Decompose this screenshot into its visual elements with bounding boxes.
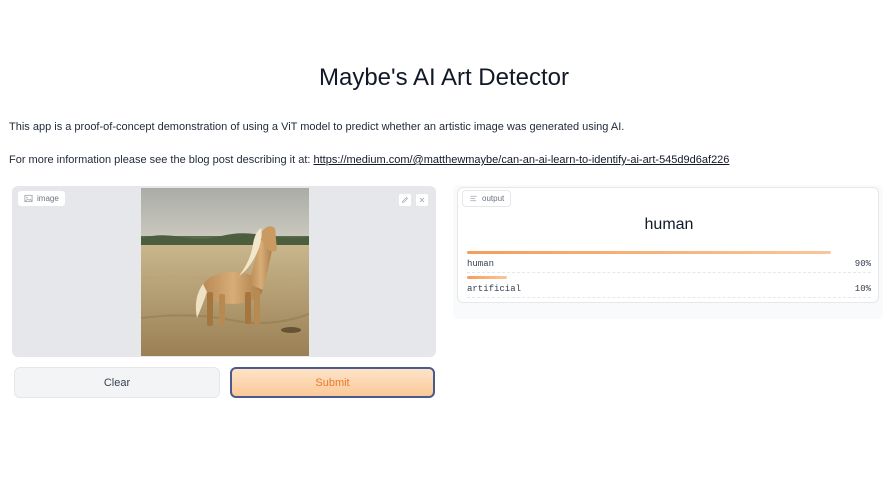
confidence-label: human xyxy=(467,259,495,269)
confidence-value: 90% xyxy=(854,259,871,269)
confidence-bar xyxy=(467,251,831,254)
output-panel: output human human 90% artificial 10% xyxy=(457,187,879,303)
image-icon xyxy=(24,194,33,203)
confidence-row-human: human 90% xyxy=(467,251,871,273)
page-title: Maybe's AI Art Detector xyxy=(318,64,570,91)
horse-image xyxy=(141,188,309,356)
output-label: output xyxy=(462,190,512,207)
predicted-label: human xyxy=(644,216,694,233)
label-icon xyxy=(470,195,477,202)
output-label-text: output xyxy=(482,194,505,203)
close-icon xyxy=(419,197,425,203)
image-tools xyxy=(398,193,429,207)
blog-link[interactable]: https://medium.com/@matthewmaybe/can-an-… xyxy=(314,154,730,166)
info-text: For more information please see the blog… xyxy=(9,154,729,166)
confidence-label: artificial xyxy=(467,284,522,294)
image-input-panel[interactable]: image xyxy=(12,186,436,357)
confidence-value: 10% xyxy=(854,284,871,294)
confidence-bar xyxy=(467,276,508,279)
submit-button[interactable]: Submit xyxy=(230,367,435,398)
app-description: This app is a proof-of-concept demonstra… xyxy=(9,121,625,133)
info-prefix: For more information please see the blog… xyxy=(9,154,311,166)
image-label-text: image xyxy=(37,194,59,203)
clear-button[interactable]: Clear xyxy=(14,367,220,398)
clear-image-button[interactable] xyxy=(415,193,429,207)
edit-button[interactable] xyxy=(398,193,412,207)
edit-icon xyxy=(402,197,408,203)
output-panel-wrapper: output human human 90% artificial 10% xyxy=(453,185,883,319)
confidence-row-artificial: artificial 10% xyxy=(467,276,871,298)
image-input-label: image xyxy=(17,190,66,207)
